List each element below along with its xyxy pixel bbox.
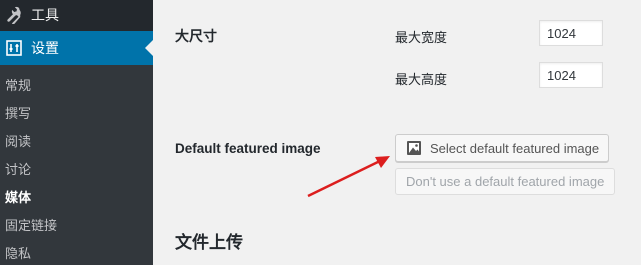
- max-height-field[interactable]: [539, 62, 603, 88]
- select-default-featured-image-button[interactable]: Select default featured image: [395, 134, 609, 162]
- menu-settings-label: 设置: [31, 40, 59, 56]
- remove-default-featured-image-button[interactable]: Don't use a default featured image: [395, 168, 615, 195]
- menu-settings[interactable]: 设置: [0, 31, 153, 65]
- submenu-item-writing[interactable]: 撰写: [5, 106, 31, 122]
- submenu-item-privacy[interactable]: 隐私: [5, 246, 31, 262]
- menu-tools-label: 工具: [31, 7, 59, 23]
- settings-icon: [4, 38, 24, 58]
- submenu-item-reading[interactable]: 阅读: [5, 134, 31, 150]
- admin-sidebar: 工具 设置 常规 撰写 阅读 讨论 媒体 固定链接 隐私: [0, 0, 153, 265]
- max-height-label: 最大高度: [395, 72, 448, 87]
- menu-tools[interactable]: 工具: [0, 0, 153, 30]
- file-uploads-heading: 文件上传: [175, 233, 243, 252]
- settings-submenu: 常规 撰写 阅读 讨论 媒体 固定链接 隐私: [0, 65, 153, 265]
- settings-main: 大尺寸 最大宽度 最大高度 Default featured image Sel…: [153, 0, 641, 265]
- submenu-item-general[interactable]: 常规: [5, 78, 31, 94]
- submenu-item-discussion[interactable]: 讨论: [5, 162, 31, 178]
- current-menu-pointer: [145, 40, 153, 56]
- image-icon: [406, 140, 422, 156]
- max-width-field[interactable]: [539, 20, 603, 46]
- large-size-label: 大尺寸: [175, 28, 217, 44]
- submenu-item-permalinks[interactable]: 固定链接: [5, 218, 57, 234]
- wrench-icon: [4, 5, 24, 25]
- remove-button-label: Don't use a default featured image: [406, 174, 605, 189]
- max-width-label: 最大宽度: [395, 30, 448, 45]
- submenu-item-media[interactable]: 媒体: [5, 190, 31, 206]
- select-button-label: Select default featured image: [430, 140, 600, 156]
- default-featured-image-label: Default featured image: [175, 141, 321, 156]
